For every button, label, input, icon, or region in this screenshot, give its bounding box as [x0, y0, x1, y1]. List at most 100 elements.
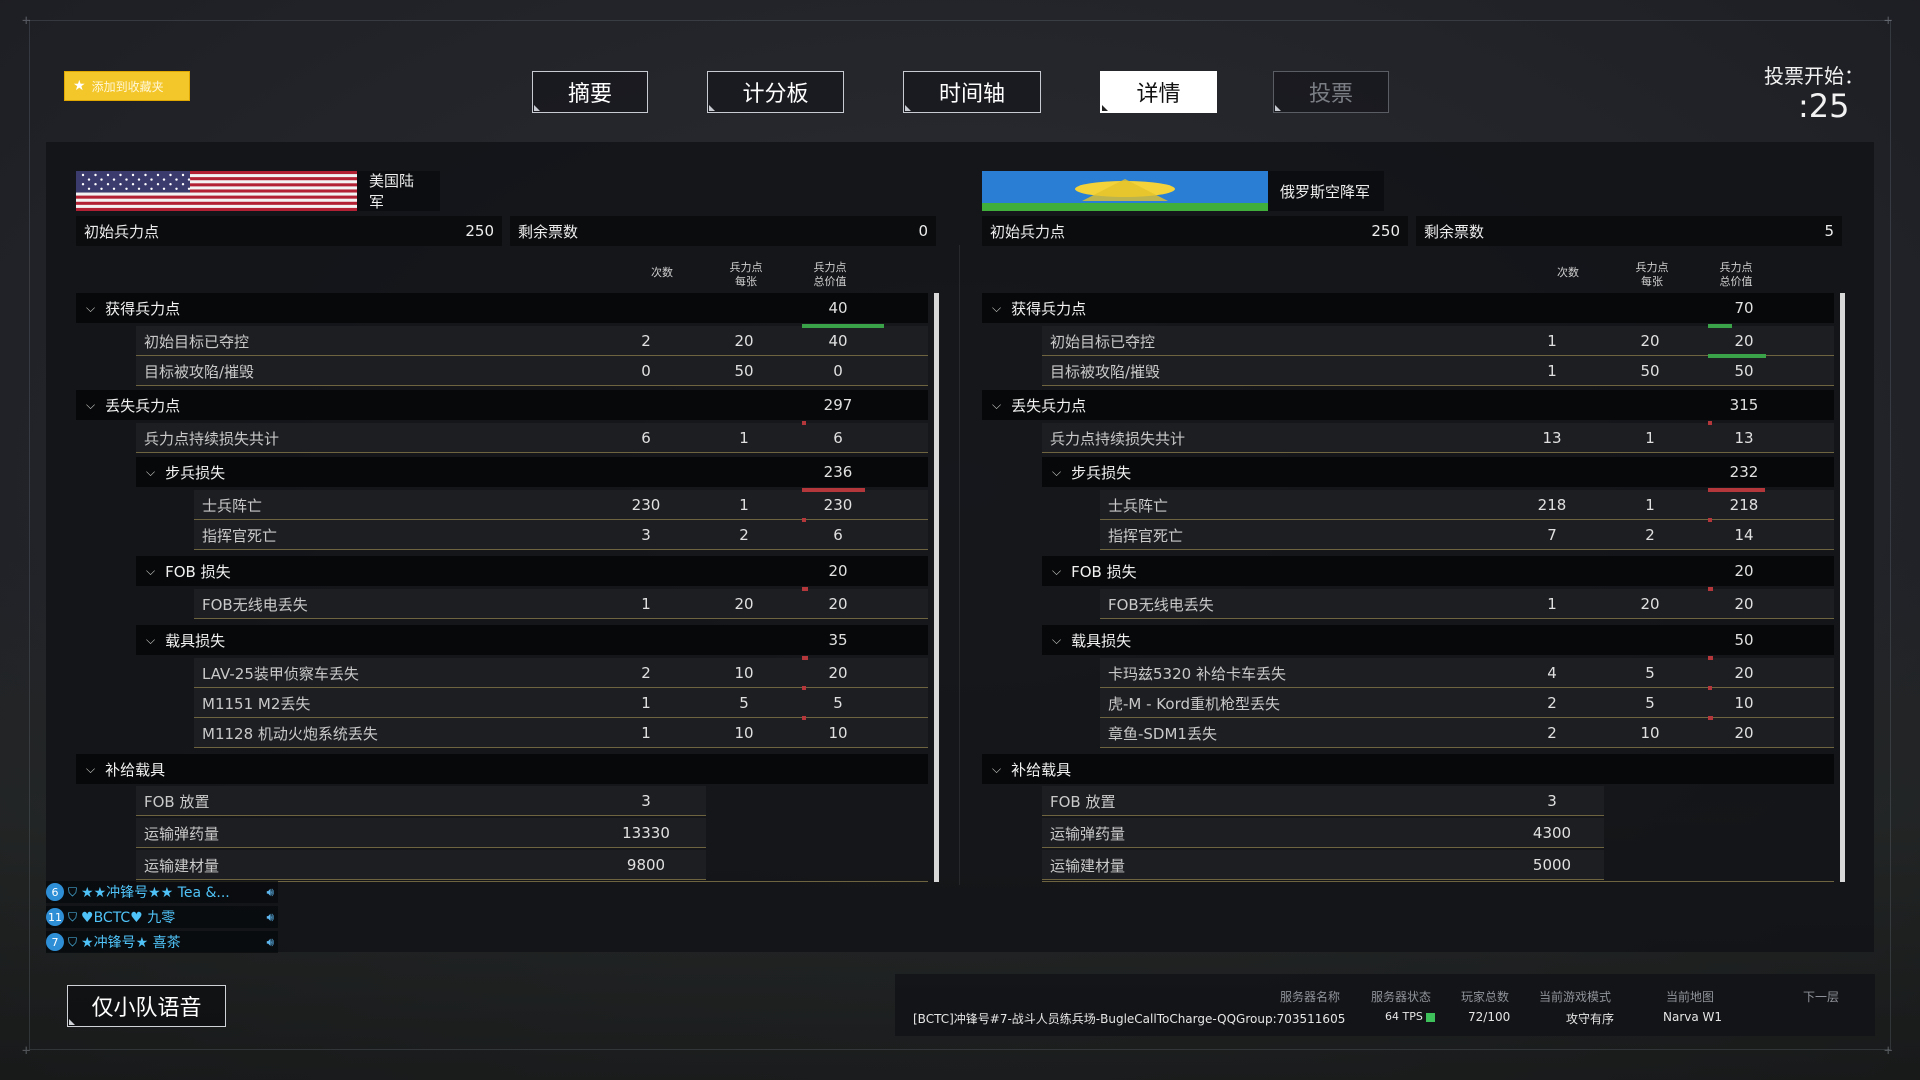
chevron-down-icon[interactable]: ⌵: [1052, 564, 1061, 579]
section-logistics[interactable]: ⌵ 补给载具: [982, 754, 1834, 784]
item-count: 4: [1547, 664, 1557, 682]
team-flag: [76, 171, 358, 211]
points-bar: [802, 324, 884, 328]
points-bar: [802, 686, 806, 690]
section-header: ⌵ 补给载具: [992, 754, 1071, 784]
points-bar: [802, 488, 865, 492]
item-total: 14: [1734, 526, 1754, 544]
frame-corner-mark: +: [1884, 13, 1893, 29]
tab-timeline[interactable]: 时间轴: [903, 71, 1041, 113]
current-map-header: 当前地图: [1666, 990, 1715, 1004]
item-label: FOB无线电丢失: [1108, 595, 1214, 614]
section-points-gained[interactable]: ⌵ 获得兵力点 70: [982, 293, 1834, 323]
remaining-tickets-value: 0: [918, 222, 928, 240]
loss-item-row: 士兵阵亡 218 1 218: [1100, 490, 1834, 520]
section-points-lost[interactable]: ⌵ 丢失兵力点 297: [76, 390, 928, 420]
remaining-tickets: 剩余票数 5: [1416, 216, 1842, 246]
players-count: 72/100: [1468, 1010, 1511, 1024]
details-scrollbar[interactable]: [1840, 293, 1845, 882]
loss-group-label: 步兵损失: [1071, 463, 1132, 482]
item-label: 指挥官死亡: [202, 526, 278, 545]
section-total: 40: [828, 299, 848, 317]
details-scrollbar[interactable]: [934, 293, 939, 882]
loss-group-header[interactable]: ⌵ 载具损失 50: [1042, 625, 1834, 655]
chevron-down-icon[interactable]: ⌵: [992, 301, 1001, 316]
section-label: 获得兵力点: [1011, 299, 1087, 318]
points-bleed-row: 兵力点持续损失共计 13 1 13: [1042, 423, 1834, 453]
item-per-unit: 2: [739, 526, 749, 544]
item-label: M1128 机动火炮系统丢失: [202, 724, 378, 743]
item-count: 218: [1537, 496, 1567, 514]
points-bar: [1708, 354, 1766, 358]
loss-group-title: ⌵ FOB 损失: [146, 556, 231, 586]
initial-tickets-value: 250: [1371, 222, 1400, 240]
add-to-favorites-label: 添加到收藏夹: [91, 79, 164, 94]
section-points-lost[interactable]: ⌵ 丢失兵力点 315: [982, 390, 1834, 420]
item-per-unit: 50: [1640, 362, 1660, 380]
voice-chat-entry: 6 ⛉ ★★冲锋号★★ Tea &... 🔊︎: [46, 881, 278, 903]
frame-corner-mark: +: [1884, 1043, 1893, 1059]
squad-voice-only-button[interactable]: 仅小队语音: [67, 985, 226, 1027]
loss-group-header[interactable]: ⌵ FOB 损失 20: [136, 556, 928, 586]
per-column-header: 兵力点 每张: [729, 261, 763, 288]
squad-number-badge: 6: [46, 883, 64, 901]
chevron-down-icon[interactable]: ⌵: [86, 762, 95, 777]
chevron-down-icon[interactable]: ⌵: [1052, 633, 1061, 648]
tab-vote[interactable]: 投票: [1273, 71, 1389, 113]
item-per-unit: 20: [734, 595, 754, 613]
chevron-down-icon[interactable]: ⌵: [992, 762, 1001, 777]
chevron-down-icon[interactable]: ⌵: [146, 564, 155, 579]
points-bar: [1708, 488, 1765, 492]
loss-group-header[interactable]: ⌵ 载具损失 35: [136, 625, 928, 655]
item-label: 初始目标已夺控: [1050, 332, 1156, 351]
chevron-down-icon[interactable]: ⌵: [146, 465, 155, 480]
team-name: 美国陆军: [369, 172, 415, 211]
remaining-tickets-label: 剩余票数: [518, 222, 579, 241]
tab-summary[interactable]: 摘要: [532, 71, 648, 113]
points-bar: [1708, 716, 1713, 720]
loss-group-header[interactable]: ⌵ 步兵损失 232: [1042, 457, 1834, 487]
chevron-down-icon[interactable]: ⌵: [992, 398, 1001, 413]
section-points-gained[interactable]: ⌵ 获得兵力点 40: [76, 293, 928, 323]
remaining-tickets: 剩余票数 0: [510, 216, 936, 246]
loss-item-row: M1151 M2丢失 1 5 5: [194, 688, 928, 718]
voice-chat-entry: 7 ⛉ ★冲锋号★ 喜茶 🔊︎: [46, 931, 278, 953]
team-divider: [959, 245, 960, 885]
squad-number-badge: 7: [46, 933, 64, 951]
tab-label: 时间轴: [938, 82, 1005, 107]
section-header: ⌵ 获得兵力点: [992, 293, 1086, 323]
chevron-down-icon[interactable]: ⌵: [146, 633, 155, 648]
section-logistics[interactable]: ⌵ 补给载具: [76, 754, 928, 784]
chevron-down-icon[interactable]: ⌵: [86, 398, 95, 413]
points-bar: [802, 716, 806, 720]
section-label: 丢失兵力点: [1011, 396, 1087, 415]
item-per-unit: 1: [1645, 496, 1655, 514]
logistics-row: 运输弹药量 13330: [136, 818, 706, 848]
section-header: ⌵ 补给载具: [86, 754, 165, 784]
logistics-value: 4300: [1532, 824, 1572, 842]
logistics-label: 运输建材量: [1050, 856, 1126, 875]
loss-group-total: 236: [823, 463, 853, 481]
remaining-tickets-label: 剩余票数: [1424, 222, 1485, 241]
tab-scoreboard[interactable]: 计分板: [707, 71, 844, 113]
loss-group-label: 载具损失: [165, 631, 226, 650]
logistics-value: 3: [641, 792, 651, 810]
chevron-down-icon[interactable]: ⌵: [86, 301, 95, 316]
item-count: 1: [1547, 332, 1557, 350]
vdv-flag-header: 俄罗斯空降军: [982, 171, 1384, 211]
initial-tickets-label: 初始兵力点: [990, 222, 1066, 241]
us-flag-header: 美国陆军: [76, 171, 440, 211]
item-label: M1151 M2丢失: [202, 694, 311, 713]
item-count: 13: [1542, 429, 1562, 447]
item-label: 指挥官死亡: [1108, 526, 1184, 545]
add-to-favorites-button[interactable]: ★ 添加到收藏夹: [64, 71, 190, 101]
loss-group-header[interactable]: ⌵ 步兵损失 236: [136, 457, 928, 487]
tab-details[interactable]: 详情: [1100, 71, 1217, 113]
per-column-header: 兵力点 每张: [1635, 261, 1669, 288]
tab-label: 投票: [1308, 82, 1353, 107]
loss-group-header[interactable]: ⌵ FOB 损失 20: [1042, 556, 1834, 586]
loss-group-label: 载具损失: [1071, 631, 1132, 650]
item-total: 0: [833, 362, 843, 380]
item-total: 50: [1734, 362, 1754, 380]
chevron-down-icon[interactable]: ⌵: [1052, 465, 1061, 480]
